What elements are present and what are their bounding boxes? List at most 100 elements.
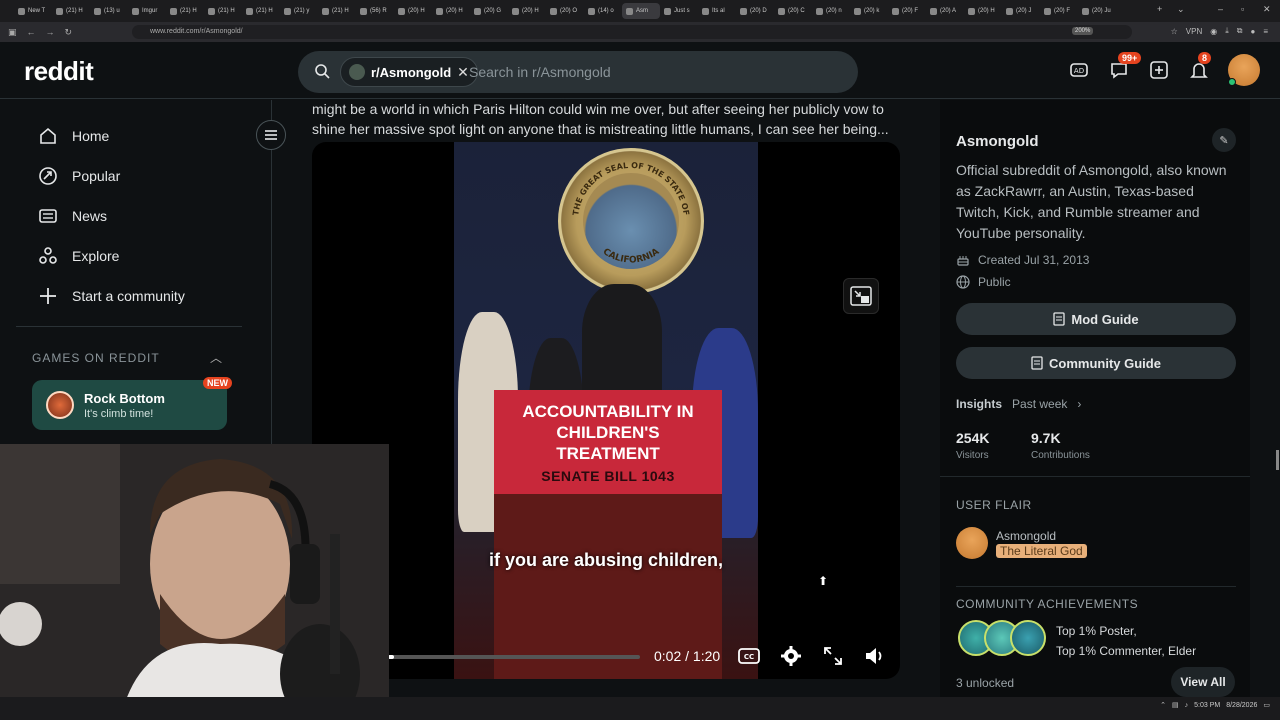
network-icon[interactable]: ▤ xyxy=(1172,701,1179,709)
notifications-button[interactable]: 8 xyxy=(1188,52,1212,81)
video-player[interactable]: THE GREAT SEAL OF THE STATE OF CALIFORNI… xyxy=(312,142,900,679)
browser-tab[interactable]: Just s xyxy=(660,3,698,19)
create-post-icon[interactable] xyxy=(1148,59,1170,81)
download-icon[interactable]: ⤓ xyxy=(1225,26,1229,36)
contributions-label: Contributions xyxy=(1031,450,1090,461)
edit-icon[interactable]: ✎ xyxy=(1212,128,1236,152)
zoom-indicator[interactable]: 200% xyxy=(1072,27,1094,35)
view-all-button[interactable]: View All xyxy=(1171,667,1235,697)
tab-label: Its al xyxy=(712,8,725,14)
minimize-icon[interactable]: – xyxy=(1218,4,1223,14)
extensions-icon[interactable]: ⧉ xyxy=(1237,26,1243,36)
chevron-up-icon[interactable]: ︿ xyxy=(210,349,222,366)
browser-tab[interactable]: (20) H xyxy=(964,3,1002,19)
close-window-icon[interactable]: ✕ xyxy=(1263,4,1271,15)
search-bar[interactable]: r/Asmongold ✕ Search in r/Asmongold xyxy=(298,51,858,93)
taskbar-date[interactable]: 8/28/2026 xyxy=(1226,702,1257,709)
browser-tab[interactable]: (20) F xyxy=(888,3,926,19)
webcam-overlay xyxy=(0,444,389,720)
sidebar-item-popular[interactable]: Popular xyxy=(38,166,120,186)
captions-icon[interactable]: CC xyxy=(737,644,761,668)
browser-tab[interactable]: (20) C xyxy=(774,3,812,19)
flair-username[interactable]: Asmongold xyxy=(996,529,1056,543)
search-input[interactable]: Search in r/Asmongold xyxy=(469,64,611,80)
advertise-icon[interactable]: AD xyxy=(1068,59,1090,81)
games-section-title[interactable]: GAMES ON REDDIT xyxy=(32,351,160,365)
sidebar-item-start-community[interactable]: Start a community xyxy=(38,286,185,306)
browser-tab[interactable]: (20) H xyxy=(394,3,432,19)
browser-tab[interactable]: (14) o xyxy=(584,3,622,19)
volume-icon[interactable] xyxy=(863,644,887,668)
browser-tab[interactable]: Imgur xyxy=(128,3,166,19)
sidebar-toggle-icon[interactable]: ▣ xyxy=(8,27,17,38)
sidebar-item-explore[interactable]: Explore xyxy=(38,246,119,266)
tab-list-icon[interactable]: ⌄ xyxy=(1177,4,1185,15)
browser-tab[interactable]: (20) F xyxy=(1040,3,1078,19)
browser-tab[interactable]: (56) R xyxy=(356,3,394,19)
profile-icon[interactable]: ● xyxy=(1250,27,1255,36)
browser-tab[interactable]: (21) H xyxy=(242,3,280,19)
sidebar-item-home[interactable]: Home xyxy=(38,126,109,146)
chevron-right-icon[interactable]: › xyxy=(1077,397,1081,411)
bookmark-icon[interactable]: ☆ xyxy=(1171,27,1178,36)
game-card-rock-bottom[interactable]: Rock Bottom It's climb time! xyxy=(32,380,227,430)
browser-tab[interactable]: (20) G xyxy=(470,3,508,19)
tab-favicon-icon xyxy=(94,7,101,15)
insights-period[interactable]: Past week xyxy=(1012,397,1067,411)
subreddit-search-chip[interactable]: r/Asmongold ✕ xyxy=(340,57,478,87)
notification-center-icon[interactable]: ▭ xyxy=(1263,701,1270,709)
browser-tab[interactable]: (20) D xyxy=(736,3,774,19)
explore-icon xyxy=(39,247,57,264)
collapse-sidebar-button[interactable] xyxy=(256,120,286,150)
flair-tag[interactable]: The Literal God xyxy=(996,544,1087,558)
maximize-icon[interactable]: ▫ xyxy=(1241,4,1244,14)
insights-row[interactable]: Insights Past week › xyxy=(956,397,1081,411)
browser-tab[interactable]: (21) H xyxy=(166,3,204,19)
post-body-text[interactable]: might be a world in which Paris Hilton c… xyxy=(312,99,902,139)
picture-in-picture-button[interactable] xyxy=(843,278,879,314)
achievement-icon[interactable] xyxy=(1010,620,1046,656)
chat-button[interactable]: 99+ xyxy=(1108,52,1142,81)
reddit-logo[interactable]: reddit xyxy=(24,56,94,87)
browser-tab[interactable]: (20) H xyxy=(432,3,470,19)
user-avatar[interactable] xyxy=(1228,54,1260,86)
browser-tab[interactable]: (21) H xyxy=(318,3,356,19)
browser-tab[interactable]: (20) J xyxy=(1002,3,1040,19)
reload-icon[interactable]: ↻ xyxy=(65,27,73,38)
visitors-stat: 254K Visitors xyxy=(956,430,989,461)
menu-icon[interactable]: ≡ xyxy=(1263,27,1268,36)
vpn-badge[interactable]: VPN xyxy=(1186,27,1202,36)
new-tab-icon[interactable]: + xyxy=(1157,4,1162,14)
scrollbar[interactable] xyxy=(1276,450,1279,470)
sidebar-item-news[interactable]: News xyxy=(38,206,107,226)
browser-tab[interactable]: (20) O xyxy=(546,3,584,19)
online-indicator xyxy=(1228,78,1236,86)
browser-tab[interactable]: (13) u xyxy=(90,3,128,19)
browser-tab[interactable]: Its al xyxy=(698,3,736,19)
browser-tab[interactable]: (20) A xyxy=(926,3,964,19)
taskbar-time[interactable]: 5:03 PM xyxy=(1194,702,1220,709)
back-icon[interactable]: ← xyxy=(27,27,36,38)
tab-favicon-icon xyxy=(1044,7,1051,15)
url-field[interactable]: www.reddit.com/r/Asmongold/ xyxy=(132,25,1132,39)
browser-tab[interactable]: (21) y xyxy=(280,3,318,19)
browser-tab[interactable]: (20) n xyxy=(812,3,850,19)
close-icon[interactable]: ✕ xyxy=(457,64,469,81)
forward-icon[interactable]: → xyxy=(46,27,55,38)
browser-tab[interactable]: (20) k xyxy=(850,3,888,19)
tab-label: Asm xyxy=(636,8,648,14)
community-guide-button[interactable]: Community Guide xyxy=(956,347,1236,379)
tray-chevron-icon[interactable]: ⌃ xyxy=(1160,701,1166,709)
settings-gear-icon[interactable] xyxy=(779,644,803,668)
wallet-icon[interactable]: ◉ xyxy=(1210,27,1217,36)
browser-tab[interactable]: New T xyxy=(14,3,52,19)
mod-guide-button[interactable]: Mod Guide xyxy=(956,303,1236,335)
browser-tab[interactable]: (21) H xyxy=(52,3,90,19)
browser-tab[interactable]: (21) H xyxy=(204,3,242,19)
browser-tab[interactable]: (20) Ju xyxy=(1078,3,1116,19)
browser-tab[interactable]: (20) H xyxy=(508,3,546,19)
progress-bar[interactable] xyxy=(388,655,640,659)
browser-tab[interactable]: Asm xyxy=(622,3,660,19)
fullscreen-icon[interactable] xyxy=(821,644,845,668)
speaker-icon[interactable]: ♪ xyxy=(1185,702,1189,709)
